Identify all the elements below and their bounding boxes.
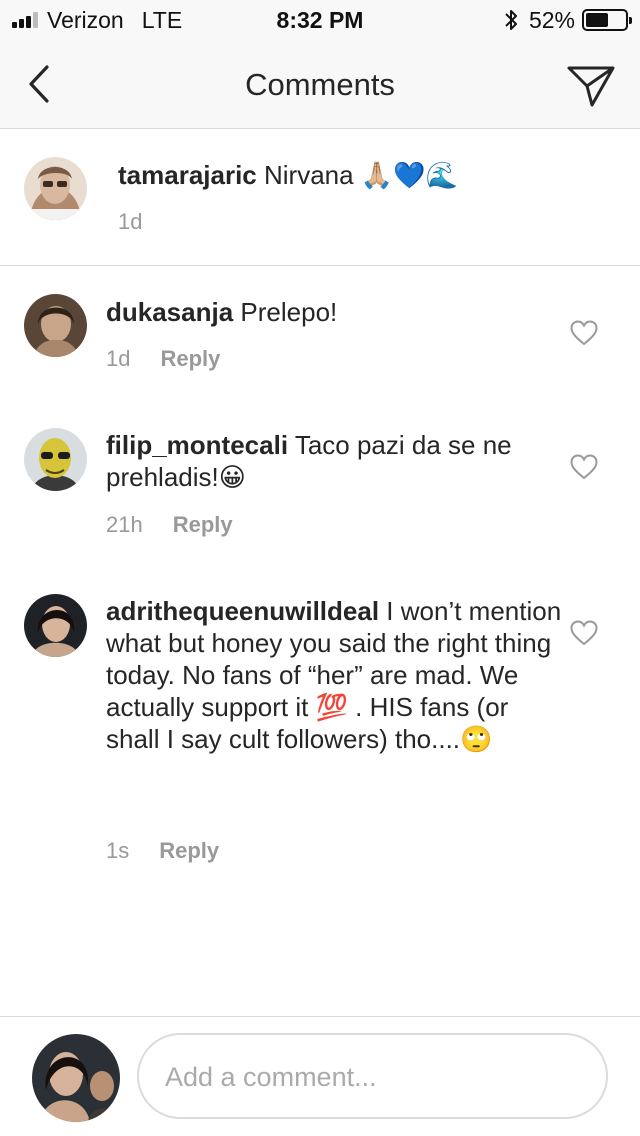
timestamp: 1d bbox=[106, 346, 131, 371]
heart-icon[interactable] bbox=[570, 454, 598, 480]
caption-body: Nirvana bbox=[264, 160, 354, 190]
timestamp: 21h bbox=[106, 512, 143, 537]
comment-emoji: 💯 bbox=[315, 692, 348, 722]
comment-text: filip_montecali Taco pazi da se ne prehl… bbox=[106, 429, 566, 493]
comment-text: adrithequeenuwilldeal I won’t mention wh… bbox=[106, 595, 566, 755]
timestamp: 1d bbox=[118, 209, 143, 234]
caption-emoji: 🙏🏼💙🌊 bbox=[360, 160, 458, 190]
username[interactable]: adrithequeenuwilldeal bbox=[106, 596, 379, 626]
reply-button[interactable]: Reply bbox=[173, 512, 233, 537]
nav-bar: Comments bbox=[0, 40, 640, 129]
avatar[interactable] bbox=[24, 594, 87, 657]
status-right: 52% bbox=[503, 6, 632, 33]
avatar[interactable] bbox=[24, 428, 87, 491]
username[interactable]: dukasanja bbox=[106, 297, 233, 327]
reply-button[interactable]: Reply bbox=[159, 838, 219, 863]
heart-icon[interactable] bbox=[570, 620, 598, 646]
bluetooth-icon bbox=[505, 10, 517, 30]
comment-body: Prelepo! bbox=[240, 297, 338, 327]
page-title: Comments bbox=[245, 67, 395, 102]
caption-meta: 1d bbox=[118, 209, 142, 235]
caption-text: tamarajaric Nirvana 🙏🏼💙🌊 bbox=[118, 159, 588, 191]
post-caption: tamarajaric Nirvana 🙏🏼💙🌊 1d bbox=[0, 129, 640, 266]
reply-button[interactable]: Reply bbox=[160, 346, 220, 371]
comment-meta: 1d Reply bbox=[106, 346, 220, 372]
username[interactable]: tamarajaric bbox=[118, 160, 257, 190]
heart-icon[interactable] bbox=[570, 320, 598, 346]
username[interactable]: filip_montecali bbox=[106, 430, 288, 460]
comment-meta: 21h Reply bbox=[106, 512, 233, 538]
paper-plane-icon[interactable] bbox=[566, 62, 616, 108]
avatar[interactable] bbox=[24, 294, 87, 357]
comment-input-placeholder: Add a comment... bbox=[165, 1062, 377, 1092]
avatar bbox=[32, 1034, 120, 1122]
avatar[interactable] bbox=[24, 157, 87, 220]
comment-composer: Add a comment... bbox=[0, 1016, 640, 1136]
status-bar: Verizon LTE 8:32 PM 52% bbox=[0, 0, 640, 40]
comment-input[interactable]: Add a comment... bbox=[137, 1033, 608, 1119]
battery-icon bbox=[582, 9, 632, 31]
comment-text: dukasanja Prelepo! bbox=[106, 296, 566, 328]
timestamp: 1s bbox=[106, 838, 130, 863]
battery-percent: 52% bbox=[528, 6, 575, 33]
comment-emoji: 🙄 bbox=[460, 724, 493, 754]
comment-meta: 1s Reply bbox=[106, 838, 219, 864]
comment-emoji: 😀 bbox=[218, 462, 246, 492]
